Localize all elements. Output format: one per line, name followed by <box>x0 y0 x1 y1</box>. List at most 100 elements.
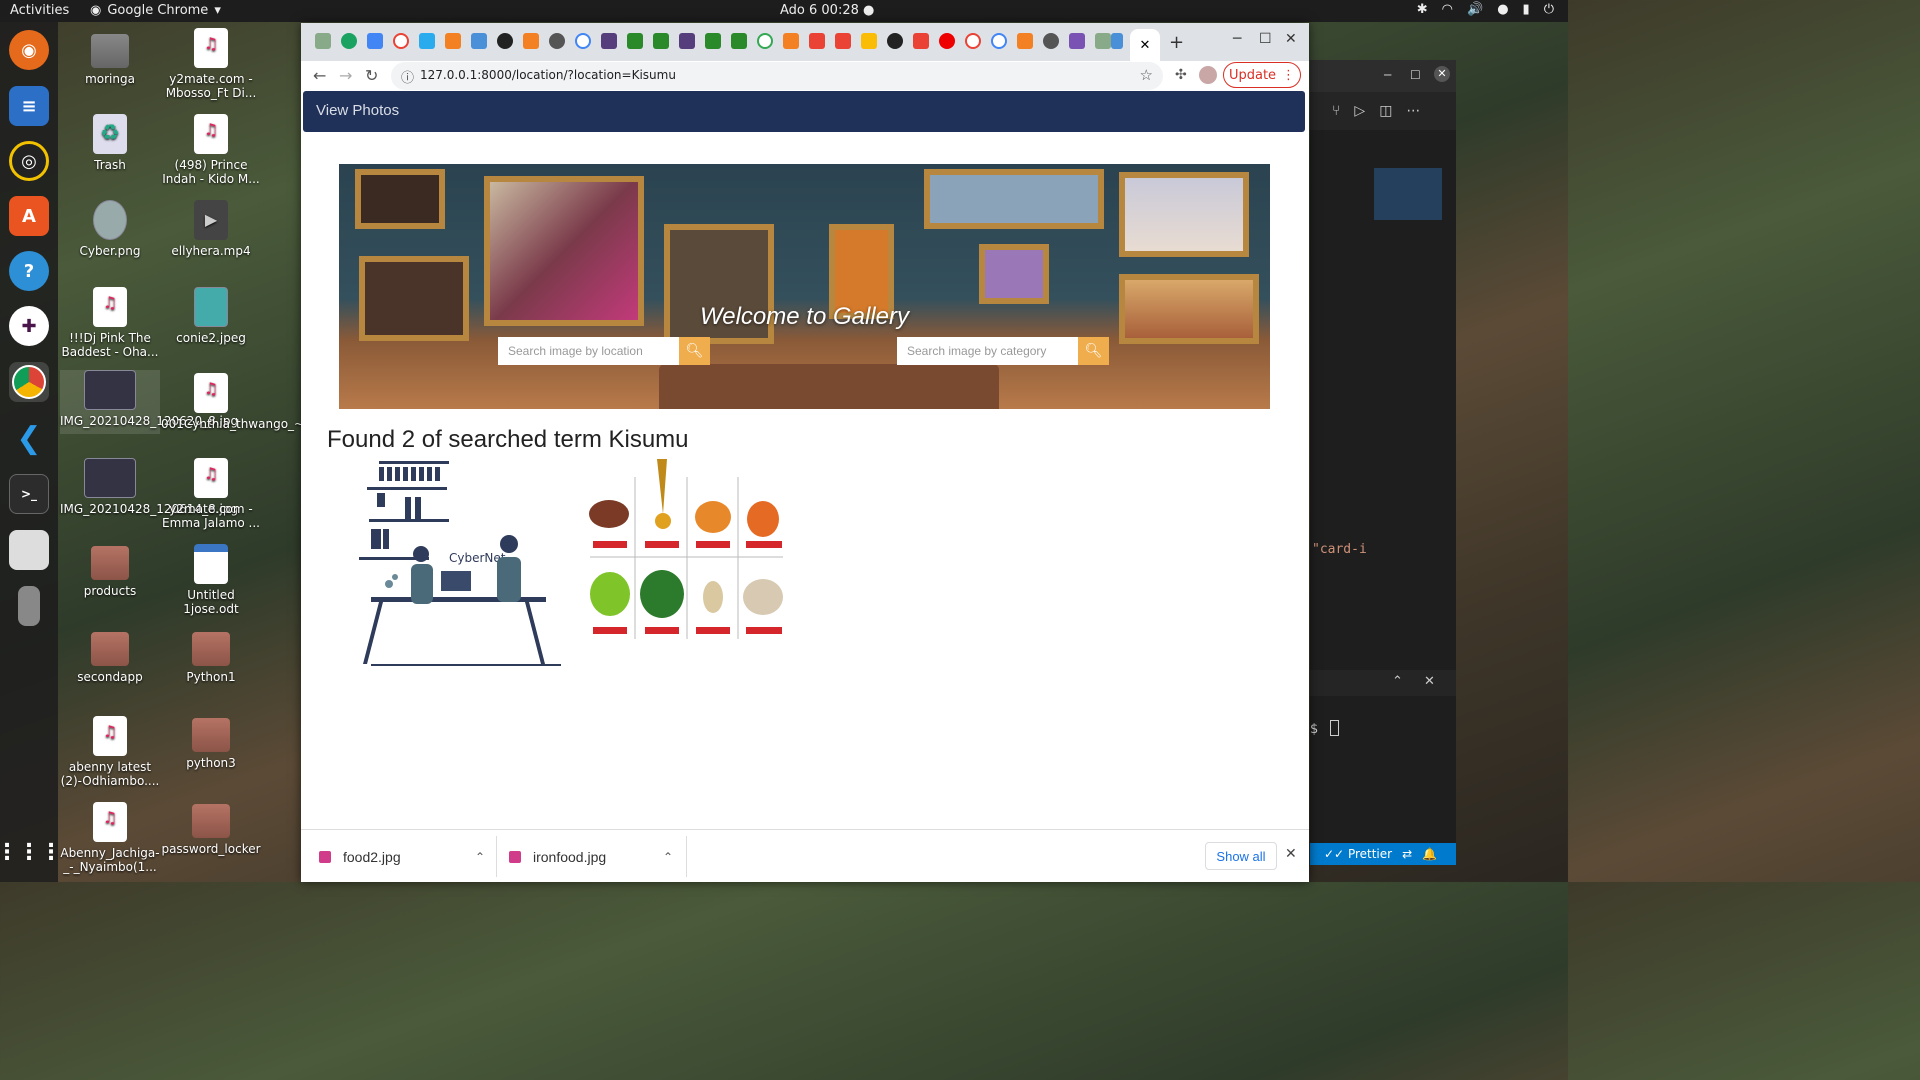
result-image-cybernet[interactable]: CyberNet <box>349 459 561 667</box>
desktop-icon-document[interactable]: Untitled 1jose.odt <box>161 544 261 616</box>
close-panel-icon[interactable]: ✕ <box>1424 674 1435 689</box>
show-apps-icon[interactable]: ⋮⋮⋮ <box>0 832 62 872</box>
source-control-icon[interactable]: ⑂ <box>1332 103 1340 119</box>
tab-favicon-icon[interactable] <box>315 33 331 49</box>
vscode-icon[interactable]: ❮ <box>9 418 49 458</box>
more-actions-icon[interactable]: ⋯ <box>1406 103 1420 119</box>
chrome-dock-icon[interactable] <box>9 362 49 402</box>
w3schools-favicon-icon[interactable] <box>627 33 643 49</box>
prettier-status[interactable]: ✓✓ Prettier <box>1324 847 1392 861</box>
active-tab[interactable]: ✕ <box>1130 29 1160 61</box>
minimize-icon[interactable]: ─ <box>1384 68 1391 82</box>
desktop-icon-folder[interactable]: Python1 <box>161 626 261 684</box>
notifications-icon[interactable]: 🔔 <box>1422 847 1437 861</box>
new-tab-button[interactable]: + <box>1169 32 1184 53</box>
desktop-icon-moringa[interactable]: moringa <box>60 28 160 86</box>
google-favicon-icon[interactable] <box>575 33 591 49</box>
vscode-titlebar[interactable]: ─ ☐ ✕ <box>1310 60 1456 92</box>
bootstrap-favicon-icon[interactable] <box>679 33 695 49</box>
usb-drive-icon[interactable] <box>18 586 40 626</box>
desktop-icon-image[interactable]: Cyber.png <box>60 200 160 258</box>
gmail-favicon-icon[interactable] <box>913 33 929 49</box>
category-search-input[interactable] <box>897 337 1078 365</box>
extensions-puzzle-icon[interactable]: ✣ <box>1175 67 1187 83</box>
desktop-icon-folder[interactable]: products <box>60 540 160 598</box>
google-favicon-icon[interactable] <box>965 33 981 49</box>
desktop-icon-mp3[interactable]: ♫ Abenny_Jachiga-_-_Nyaimbo(1... <box>60 802 160 874</box>
stackoverflow-favicon-icon[interactable] <box>1017 33 1033 49</box>
desktop-icon-trash[interactable]: ♻ Trash <box>60 114 160 172</box>
writer-icon[interactable]: ≡ <box>9 86 49 126</box>
tab-favicon-icon[interactable] <box>1095 33 1111 49</box>
maximize-icon[interactable]: ☐ <box>1259 31 1272 47</box>
close-icon[interactable]: ✕ <box>1434 66 1450 82</box>
tab-close-icon[interactable]: ✕ <box>1140 38 1151 53</box>
tab-favicon-icon[interactable] <box>367 33 383 49</box>
desktop-icon-folder[interactable]: password_locker <box>161 798 261 856</box>
bootstrap-favicon-icon[interactable] <box>601 33 617 49</box>
github-favicon-icon[interactable] <box>497 33 513 49</box>
software-center-icon[interactable]: A <box>9 196 49 236</box>
desktop-icon-mp3[interactable]: ♫ 001Cynthia_thwango_~_AMIS... <box>161 373 351 431</box>
location-search-input[interactable] <box>498 337 679 365</box>
tab-favicon-icon[interactable] <box>549 33 565 49</box>
chevron-up-icon[interactable]: ⌃ <box>1392 674 1403 689</box>
desktop-icon-folder[interactable]: secondapp <box>60 626 160 684</box>
desktop-icon-image[interactable]: conie2.jpeg <box>161 287 261 345</box>
back-arrow-icon[interactable]: ← <box>313 66 326 85</box>
tab-favicon-icon[interactable] <box>861 33 877 49</box>
google-favicon-icon[interactable] <box>991 33 1007 49</box>
stackoverflow-favicon-icon[interactable] <box>445 33 461 49</box>
download-item[interactable]: ironfood.jpg ⌃ <box>509 830 673 883</box>
close-shelf-icon[interactable]: ✕ <box>1285 846 1297 862</box>
desktop-icon-mp3[interactable]: ♫ !!!Dj Pink The Baddest - Oha... <box>60 287 160 359</box>
address-bar[interactable]: ⓘ 127.0.0.1:8000/location/?location=Kisu… <box>391 62 1163 90</box>
gmail-favicon-icon[interactable] <box>809 33 825 49</box>
files-icon[interactable] <box>9 530 49 570</box>
activities-button[interactable]: Activities <box>10 3 69 18</box>
terminal-icon[interactable]: >_ <box>9 474 49 514</box>
tab-favicon-icon[interactable] <box>1069 33 1085 49</box>
chrome-window[interactable]: ✕ + ─ ☐ ✕ ← → ↻ ⓘ 127.0.0.1:8000/locatio… <box>301 23 1309 882</box>
tab-favicon-icon[interactable] <box>341 33 357 49</box>
chevron-up-icon[interactable]: ⌃ <box>475 850 485 864</box>
tab-favicon-icon[interactable] <box>1111 33 1123 49</box>
tab-favicon-icon[interactable] <box>471 33 487 49</box>
firefox-icon[interactable]: ◉ <box>9 30 49 70</box>
reload-icon[interactable]: ↻ <box>365 66 378 85</box>
result-image-ironfood[interactable] <box>585 459 785 667</box>
desktop-icon-video[interactable]: ▶ ellyhera.mp4 <box>161 200 261 258</box>
w3schools-favicon-icon[interactable] <box>653 33 669 49</box>
close-window-icon[interactable]: ✕ <box>1285 31 1297 47</box>
maximize-icon[interactable]: ☐ <box>1410 68 1421 82</box>
desktop-icon-folder[interactable]: python3 <box>161 712 261 770</box>
update-button[interactable]: Update ⋮ <box>1223 62 1301 88</box>
chevron-up-icon[interactable]: ⌃ <box>663 850 673 864</box>
tab-favicon-icon[interactable] <box>939 33 955 49</box>
slack-icon[interactable]: ✚ <box>9 306 49 346</box>
minimap[interactable] <box>1374 168 1442 220</box>
forward-arrow-icon[interactable]: → <box>339 66 352 85</box>
location-search-button[interactable]: 🔍︎ <box>679 337 710 365</box>
stackoverflow-favicon-icon[interactable] <box>523 33 539 49</box>
desktop-icon-mp3[interactable]: ♫ y2mate.com - Mbosso_Ft Di... <box>161 28 261 100</box>
google-favicon-icon[interactable] <box>757 33 773 49</box>
google-favicon-icon[interactable] <box>393 33 409 49</box>
profile-avatar[interactable] <box>1199 66 1217 84</box>
vscode-window[interactable]: ─ ☐ ✕ ⑂ ▷ ◫ ⋯ "card-i ⌃ ✕ $ ✓✓ Prettier … <box>1310 60 1456 865</box>
terminal[interactable]: $ <box>1310 700 1456 840</box>
download-item[interactable]: food2.jpg ⌃ <box>319 830 485 883</box>
live-share-icon[interactable]: ⇄ <box>1402 847 1412 861</box>
stackoverflow-favicon-icon[interactable] <box>783 33 799 49</box>
desktop-icon-mp3[interactable]: ♫ (498) Prince Indah - Kido M... <box>161 114 261 186</box>
desktop-icon-mp3[interactable]: ♫ abenny latest (2)-Odhiambo.... <box>60 716 160 788</box>
rhythmbox-icon[interactable]: ◎ <box>9 141 49 181</box>
desktop-icon-image-selected[interactable]: IMG_20210428_120620_8.jpg <box>60 370 238 434</box>
split-editor-icon[interactable]: ◫ <box>1379 103 1392 119</box>
github-favicon-icon[interactable] <box>887 33 903 49</box>
bookmark-star-icon[interactable]: ☆ <box>1140 66 1153 84</box>
category-search-button[interactable]: 🔍︎ <box>1078 337 1109 365</box>
tab-favicon-icon[interactable] <box>419 33 435 49</box>
clock[interactable]: Ado 6 00:28 ● <box>780 3 874 18</box>
minimize-icon[interactable]: ─ <box>1233 31 1241 47</box>
